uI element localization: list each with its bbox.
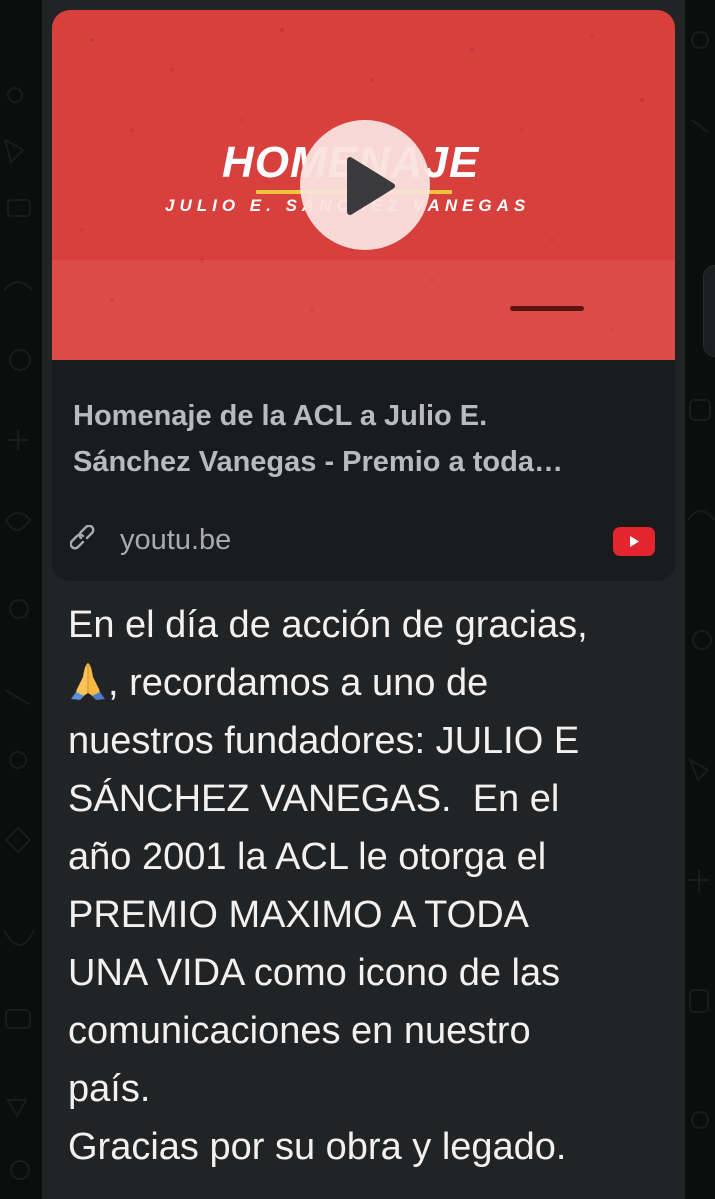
- message-line: país.: [68, 1068, 151, 1110]
- message-line-text: , recordamos a uno de: [108, 662, 489, 704]
- youtube-icon: [613, 527, 655, 556]
- message-line: comunicaciones en nuestro: [68, 1010, 531, 1052]
- message-line: SÁNCHEZ VANEGAS. En el: [68, 778, 560, 820]
- message-line: nuestros fundadores: JULIO E: [68, 720, 580, 762]
- play-icon: [347, 157, 395, 215]
- message-line: Gracias por su obra y legado.: [68, 1126, 567, 1168]
- message-text: En el día de acción de gracias, , record…: [68, 596, 678, 1176]
- link-row[interactable]: youtu.be: [70, 518, 231, 562]
- message-line: En el día de acción de gracias,: [68, 604, 588, 646]
- praying-hands-icon: [68, 659, 108, 701]
- message-line: PREMIO MAXIMO A TODA: [68, 894, 530, 936]
- message-line: , recordamos a uno de: [68, 654, 678, 712]
- link-preview-title-line2: Sánchez Vanegas - Premio a toda…: [73, 446, 563, 478]
- thumbnail-dash: [510, 306, 584, 311]
- play-button[interactable]: [300, 120, 430, 250]
- link-icon: [70, 525, 95, 550]
- link-domain[interactable]: youtu.be: [120, 524, 231, 557]
- link-preview-card[interactable]: HOMENAJE JULIO E. SÁNCHEZ VANEGAS Homena…: [52, 10, 675, 581]
- adjacent-element-edge: [703, 265, 715, 357]
- link-preview-title-line1: Homenaje de la ACL a Julio E.: [73, 400, 488, 432]
- video-thumbnail[interactable]: HOMENAJE JULIO E. SÁNCHEZ VANEGAS: [52, 10, 675, 360]
- link-preview-title[interactable]: Homenaje de la ACL a Julio E. Sánchez Va…: [73, 393, 663, 485]
- message-line: año 2001 la ACL le otorga el: [68, 836, 547, 878]
- message-line: UNA VIDA como icono de las: [68, 952, 561, 994]
